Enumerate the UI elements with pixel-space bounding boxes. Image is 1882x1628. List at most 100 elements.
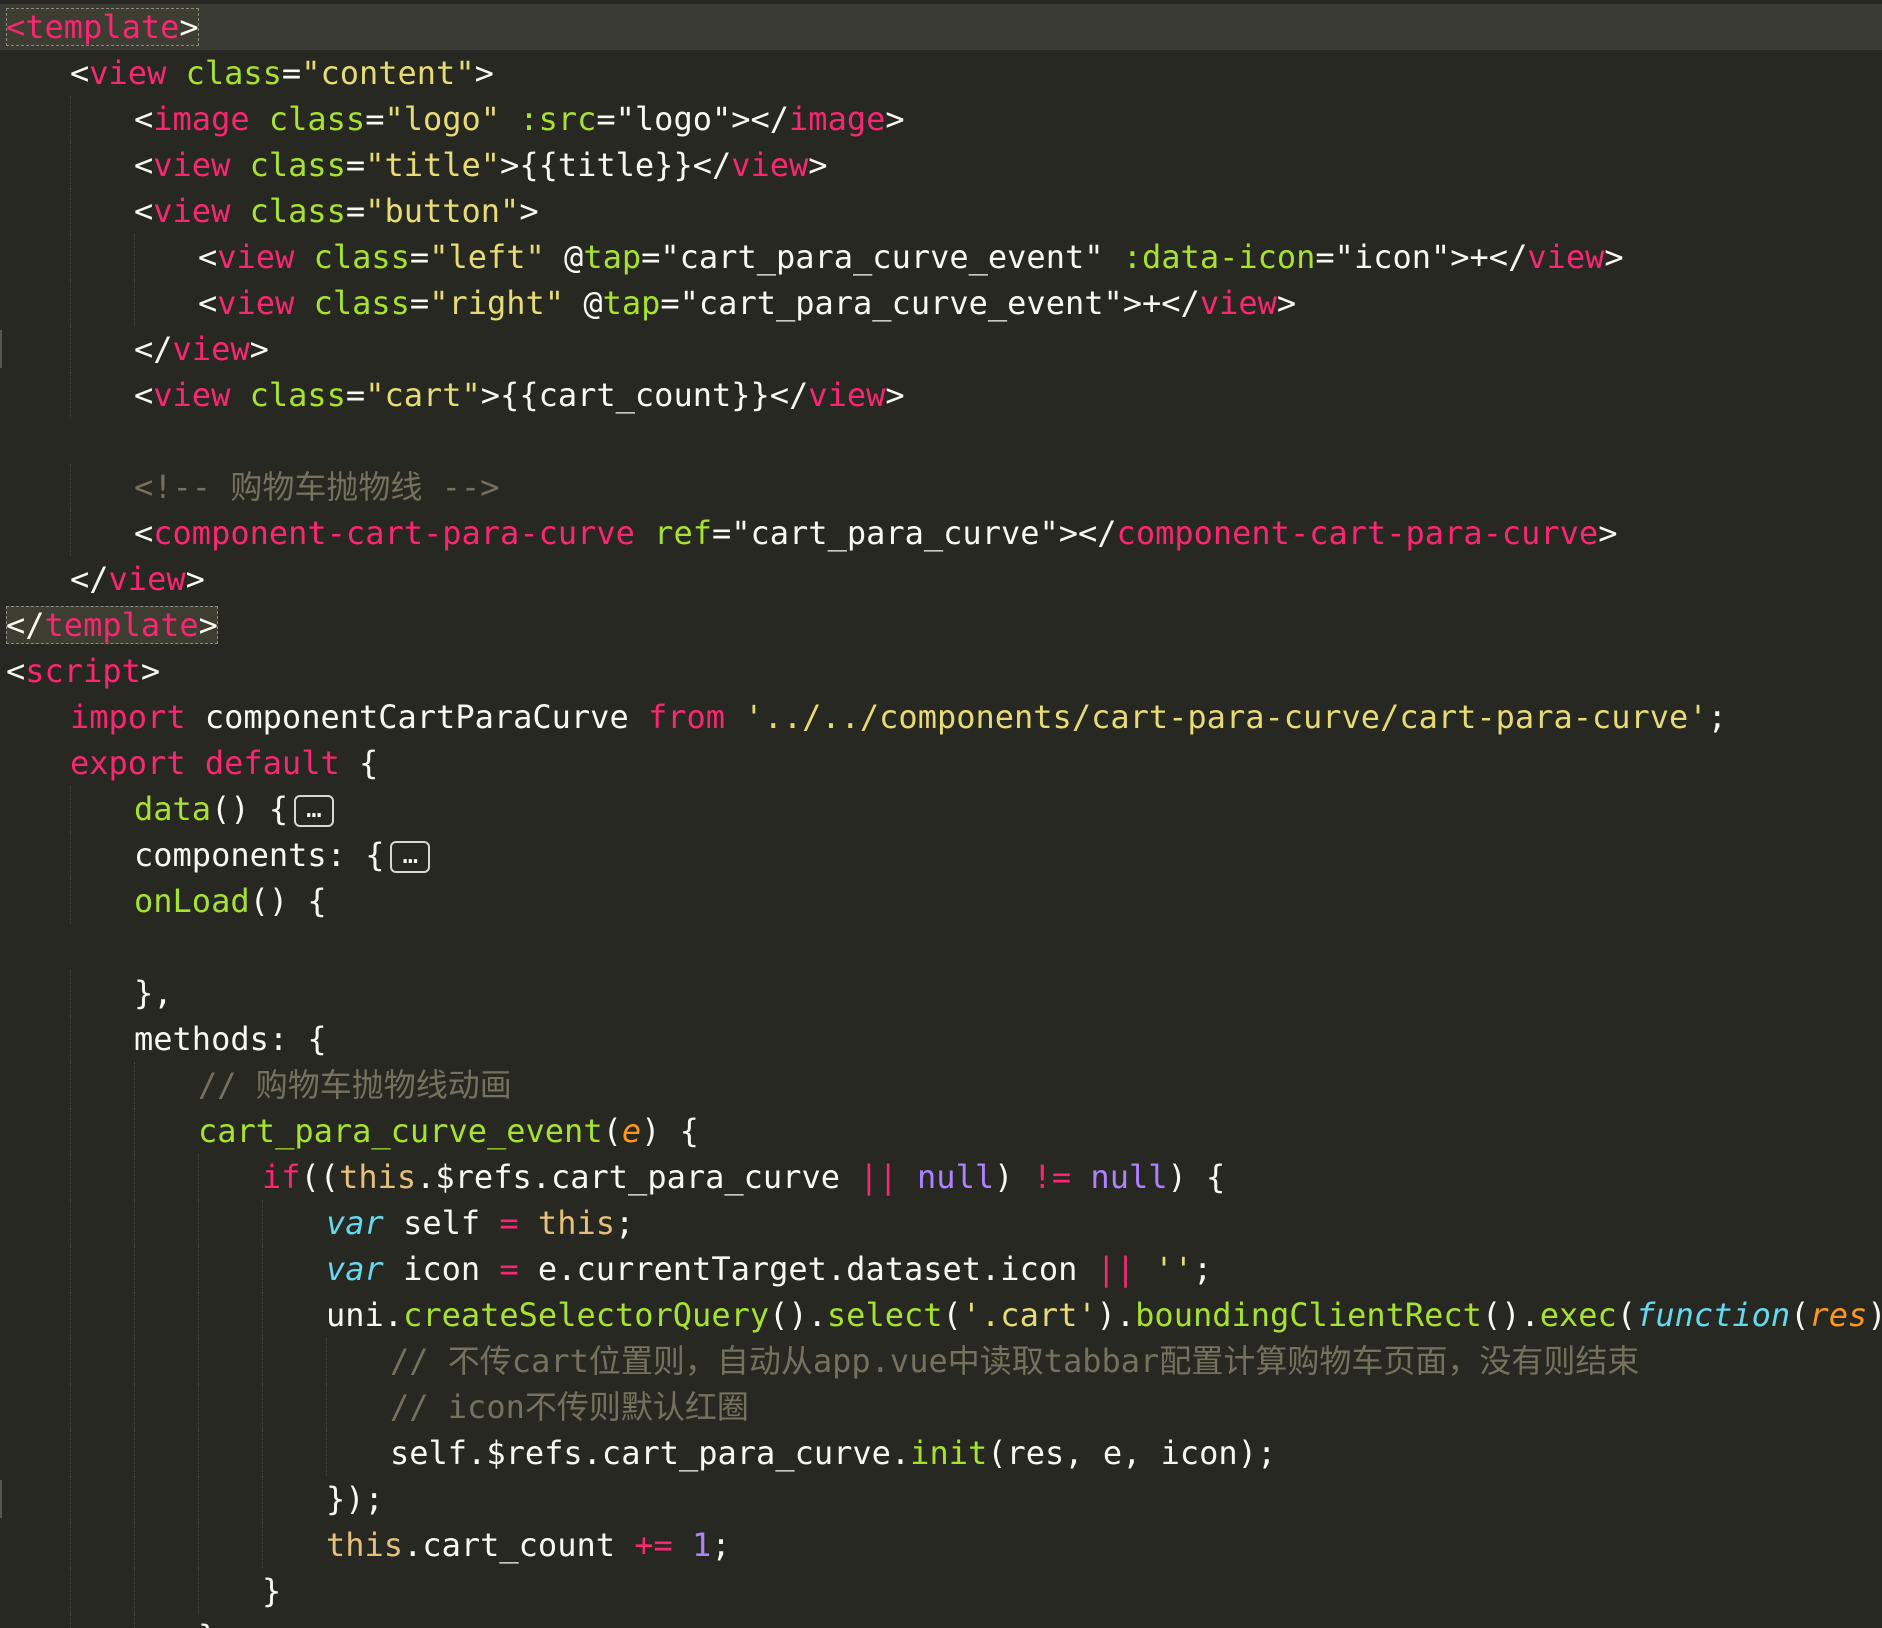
code-token: res — [1809, 1296, 1868, 1334]
code-token: class — [268, 100, 366, 138]
code-token: ) { — [1867, 1296, 1882, 1334]
code-text: <script> — [6, 648, 160, 694]
code-token: ) — [994, 1158, 1033, 1196]
code-editor[interactable]: <template> <view class="content"> <image c… — [0, 0, 1882, 1628]
code-text: components: {… — [134, 832, 431, 878]
code-token: image — [153, 100, 250, 138]
fold-expand-button[interactable]: … — [390, 841, 431, 873]
code-line[interactable] — [0, 924, 1882, 970]
indent-guide — [134, 1154, 135, 1200]
indent-guide — [262, 1384, 263, 1430]
code-line[interactable]: <component-cart-para-curve ref="cart_par… — [0, 510, 1882, 556]
code-line[interactable]: <view class="title">{{title}}</view> — [0, 142, 1882, 188]
code-line[interactable]: <view class="left" @tap="cart_para_curve… — [0, 234, 1882, 280]
code-token: class — [313, 238, 410, 276]
code-token: data — [134, 790, 212, 828]
code-token: <!-- 购物车抛物线 --> — [134, 468, 500, 506]
code-line[interactable] — [0, 418, 1882, 464]
code-token: < — [6, 8, 26, 46]
code-token: } — [262, 1572, 282, 1610]
code-token: ( — [1616, 1296, 1637, 1334]
code-line[interactable]: var icon = e.currentTarget.dataset.icon … — [0, 1246, 1882, 1292]
indent-guide — [70, 326, 71, 372]
indent-guide — [70, 464, 71, 510]
code-line[interactable]: var self = this; — [0, 1200, 1882, 1246]
code-token: < — [134, 192, 154, 230]
code-line[interactable]: this.cart_count += 1; — [0, 1522, 1882, 1568]
code-token: > — [1598, 514, 1618, 552]
code-line[interactable]: }, — [0, 970, 1882, 1016]
indent-guide — [70, 1476, 71, 1522]
fold-expand-button[interactable]: … — [294, 795, 334, 827]
code-token: "left" — [429, 238, 545, 276]
code-token: :src — [519, 100, 597, 138]
code-token: ; — [614, 1204, 635, 1242]
code-line[interactable]: // 购物车抛物线动画 — [0, 1062, 1882, 1108]
code-token: ; — [711, 1526, 731, 1564]
indent-guide — [262, 1246, 263, 1292]
code-token: ="cart_para_curve_event">+</ — [660, 284, 1200, 322]
code-token: > — [1276, 284, 1297, 322]
code-line[interactable]: methods: { — [0, 1016, 1882, 1062]
code-line[interactable]: <image class="logo" :src="logo"></image> — [0, 96, 1882, 142]
code-line[interactable]: onLoad() { — [0, 878, 1882, 924]
code-line[interactable]: </view> — [0, 556, 1882, 602]
indent-guide — [198, 1292, 199, 1338]
code-token: icon — [383, 1250, 500, 1288]
code-token: .$refs.cart_para_curve — [416, 1158, 860, 1196]
code-line[interactable]: <template> — [0, 4, 1882, 50]
code-token: view — [89, 54, 167, 92]
code-line[interactable]: // icon不传则默认红圈 — [0, 1384, 1882, 1430]
code-token: view — [1199, 284, 1277, 322]
code-line[interactable]: </template> — [0, 602, 1882, 648]
code-token: > — [249, 330, 269, 368]
code-line[interactable]: if((this.$refs.cart_para_curve || null) … — [0, 1154, 1882, 1200]
code-line[interactable]: components: {… — [0, 832, 1882, 878]
code-token: this — [339, 1158, 417, 1196]
code-text: onLoad() { — [134, 878, 327, 924]
code-line[interactable]: }); — [0, 1476, 1882, 1522]
code-text: } — [262, 1568, 281, 1614]
code-token: || — [1096, 1250, 1136, 1288]
code-token: ) { — [1167, 1158, 1226, 1196]
code-token: template — [25, 8, 180, 46]
indent-guide — [70, 234, 71, 280]
indent-guide — [70, 1384, 71, 1430]
code-token: = — [365, 100, 385, 138]
code-token: ( — [602, 1112, 622, 1150]
code-line[interactable]: <view class="content"> — [0, 50, 1882, 96]
code-line[interactable]: // 不传cart位置则，自动从app.vue中读取tabbar配置计算购物车页… — [0, 1338, 1882, 1384]
code-token: template — [44, 606, 199, 644]
code-line[interactable]: data() {… — [0, 786, 1882, 832]
code-line[interactable]: import componentCartParaCurve from '../.… — [0, 694, 1882, 740]
code-token: > — [519, 192, 539, 230]
indent-guide — [70, 96, 71, 142]
code-text: }, — [134, 970, 173, 1016]
code-token: class — [313, 284, 410, 322]
indent-guide — [198, 1200, 199, 1246]
code-token: >{{title}}</ — [500, 146, 732, 184]
code-line[interactable]: uni.createSelectorQuery().select('.cart'… — [0, 1292, 1882, 1338]
code-line[interactable]: export default { — [0, 740, 1882, 786]
indent-guide — [326, 1430, 327, 1476]
code-line[interactable]: <view class="button"> — [0, 188, 1882, 234]
code-token: ; — [1707, 698, 1727, 736]
code-token: onLoad — [134, 882, 250, 920]
code-line[interactable]: <view class="right" @tap="cart_para_curv… — [0, 280, 1882, 326]
code-line[interactable]: cart_para_curve_event(e) { — [0, 1108, 1882, 1154]
code-text: <view class="left" @tap="cart_para_curve… — [198, 234, 1624, 280]
code-line[interactable]: }, — [0, 1614, 1882, 1628]
code-line[interactable]: } — [0, 1568, 1882, 1614]
code-line[interactable]: self.$refs.cart_para_curve.init(res, e, … — [0, 1430, 1882, 1476]
code-line[interactable]: <script> — [0, 648, 1882, 694]
code-text: <!-- 购物车抛物线 --> — [134, 464, 499, 510]
indent-guide — [70, 1338, 71, 1384]
code-line[interactable]: <view class="cart">{{cart_count}}</view> — [0, 372, 1882, 418]
code-line[interactable]: <!-- 购物车抛物线 --> — [0, 464, 1882, 510]
indent-guide — [134, 1062, 135, 1108]
code-line[interactable]: </view> — [0, 326, 1882, 372]
code-text: var icon = e.currentTarget.dataset.icon … — [326, 1246, 1212, 1292]
